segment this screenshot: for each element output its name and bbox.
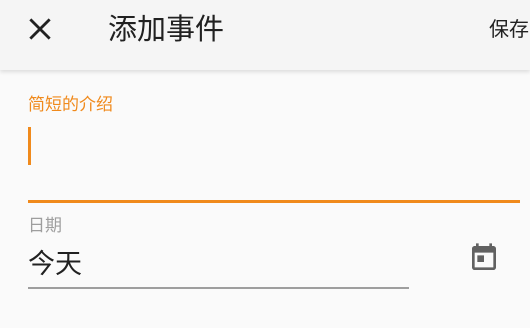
add-event-screen: 添加事件 保存 简短的介绍 日期 今天 [0, 0, 530, 328]
description-input[interactable] [28, 124, 520, 166]
close-button[interactable] [18, 7, 62, 51]
save-button[interactable]: 保存 [489, 14, 529, 44]
date-underline [28, 287, 409, 289]
page-title: 添加事件 [108, 12, 225, 46]
calendar-icon [472, 243, 496, 270]
close-icon [29, 18, 51, 40]
date-field[interactable]: 今天 [28, 246, 82, 284]
date-picker-button[interactable] [462, 236, 506, 280]
text-cursor [28, 127, 31, 165]
description-underline [28, 200, 520, 203]
toolbar: 添加事件 保存 [0, 0, 530, 70]
description-label: 简短的介绍 [28, 95, 113, 115]
date-label: 日期 [28, 216, 62, 236]
